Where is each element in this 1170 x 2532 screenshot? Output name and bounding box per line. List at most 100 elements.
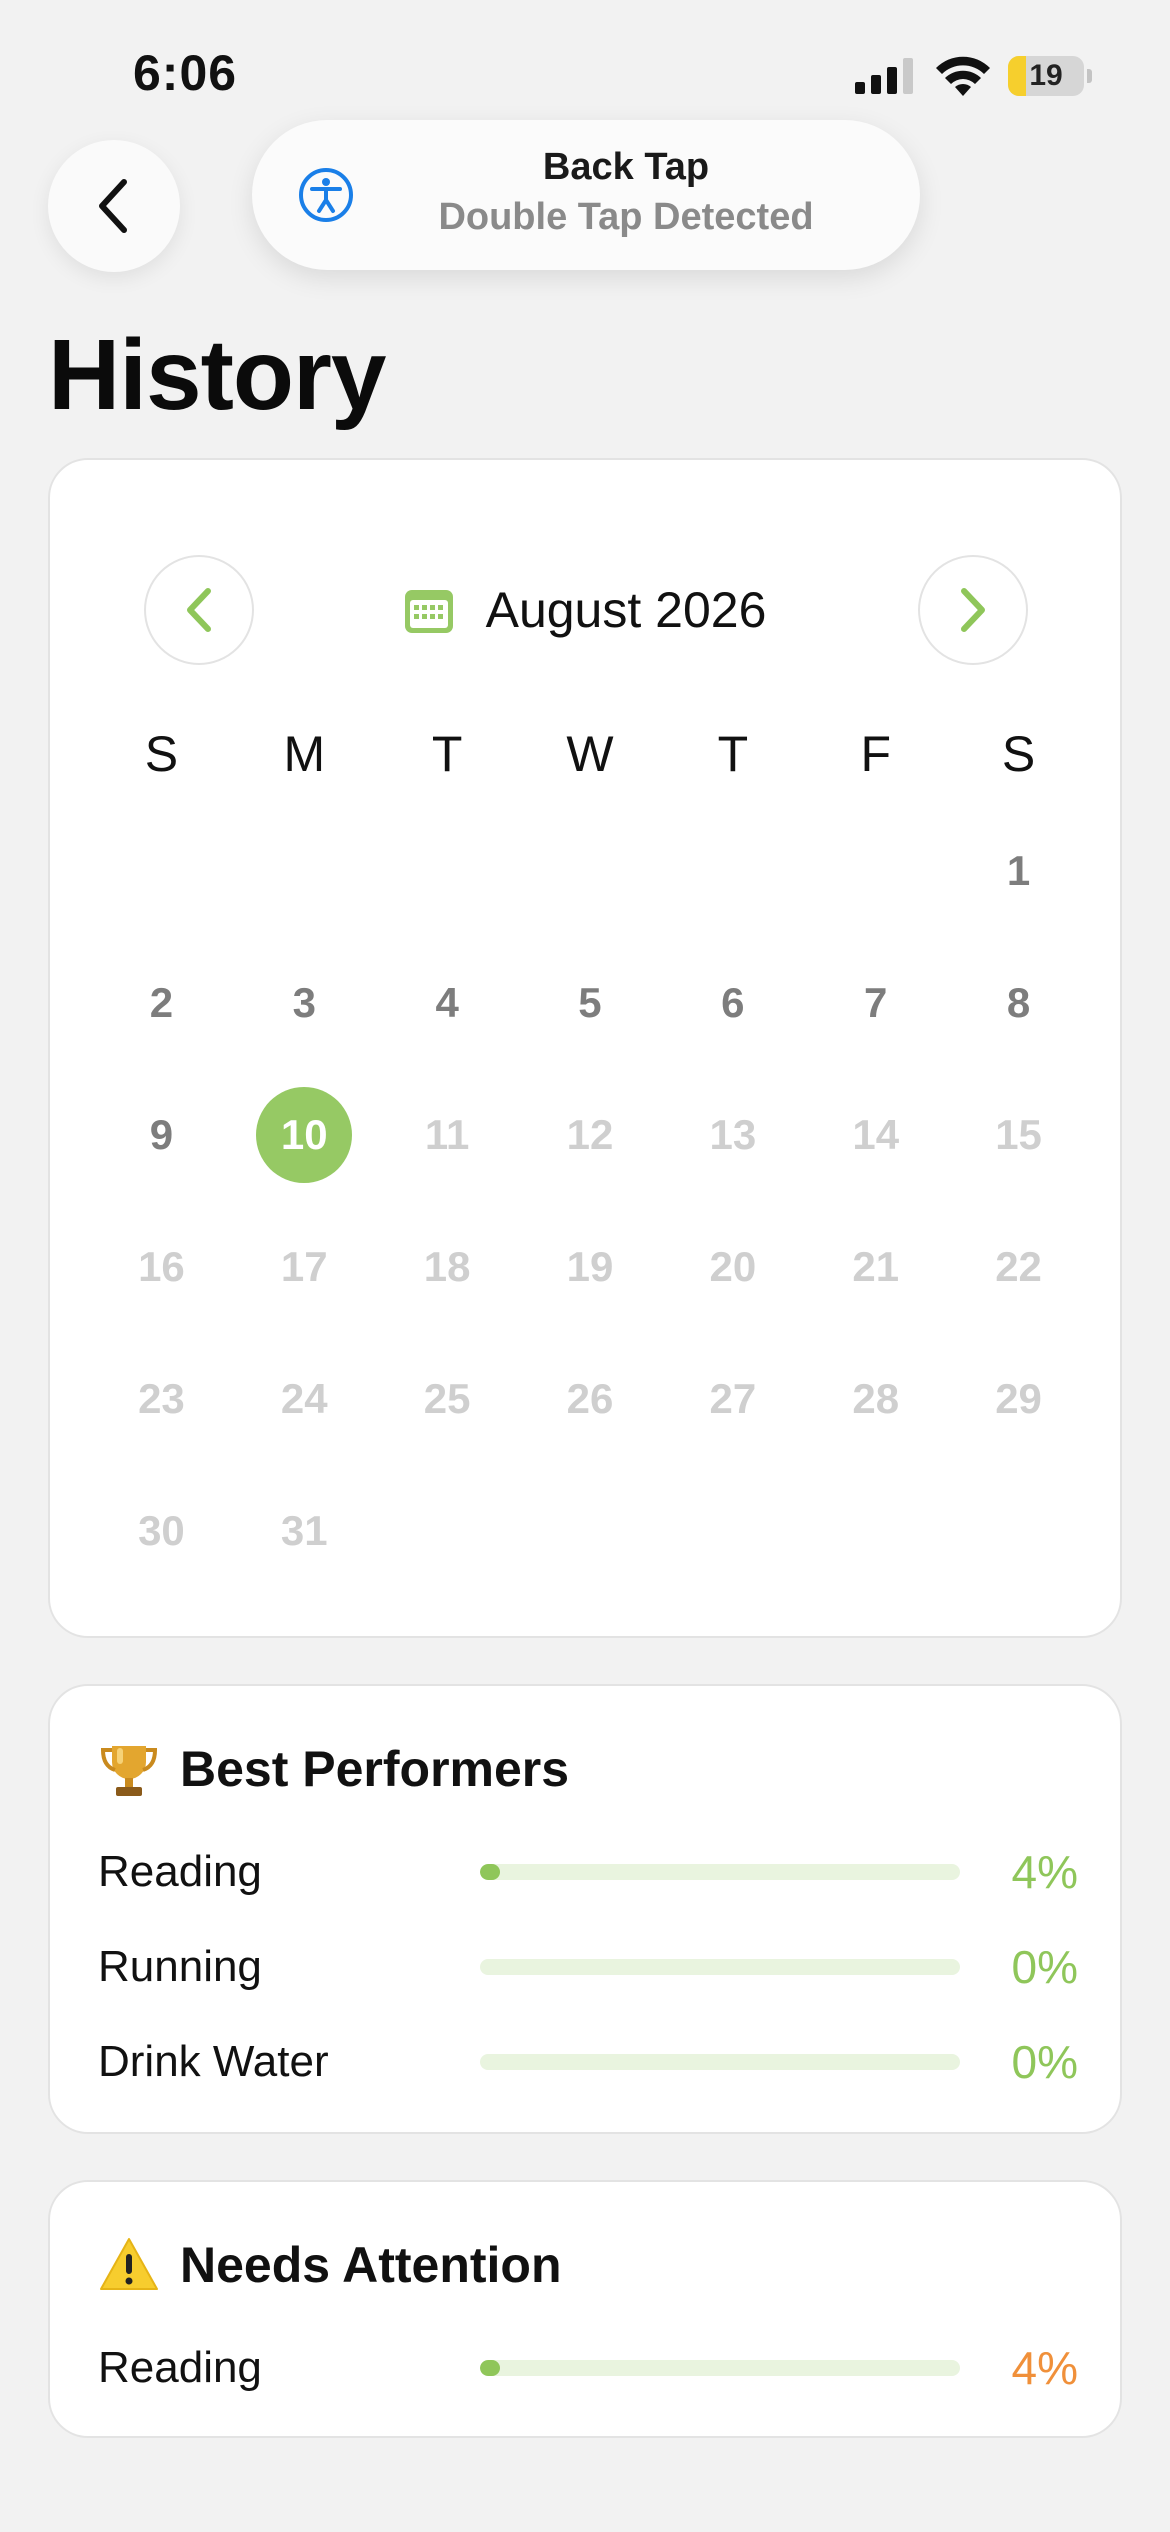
- calendar-day: 17: [233, 1201, 376, 1333]
- next-month-button[interactable]: [918, 555, 1028, 665]
- weekday-label: M: [283, 726, 326, 782]
- empty-day-cell: [661, 805, 804, 937]
- needs-attention-card: Needs Attention Reading 4%: [48, 2180, 1122, 2438]
- empty-day-cell: [90, 805, 233, 937]
- calendar-day: 24: [233, 1333, 376, 1465]
- day-number: 5: [578, 979, 602, 1026]
- day-number: 21: [852, 1243, 900, 1290]
- empty-day-cell: [376, 805, 519, 937]
- day-number: 12: [566, 1111, 614, 1158]
- day-number: 31: [280, 1507, 328, 1554]
- calendar-day: 28: [804, 1333, 947, 1465]
- calendar-day: 14: [804, 1069, 947, 1201]
- calendar-day: 15: [947, 1069, 1090, 1201]
- day-number: 14: [852, 1111, 900, 1158]
- calendar-day: 12: [519, 1069, 662, 1201]
- calendar-day[interactable]: 6: [661, 937, 804, 1069]
- day-number: 23: [138, 1375, 185, 1422]
- page-title: History: [48, 319, 387, 431]
- calendar-day: 23: [90, 1333, 233, 1465]
- weekday-label: S: [1001, 726, 1036, 782]
- calendar-day: 26: [519, 1333, 662, 1465]
- progress-track: [480, 2054, 960, 2070]
- habit-name: Reading: [98, 1847, 262, 1896]
- calendar-day: 18: [376, 1201, 519, 1333]
- calendar-day-selected[interactable]: 10: [233, 1069, 376, 1201]
- accessibility-icon: [299, 168, 353, 222]
- day-grid: 1 2 3 4 5 6 7 8 9 10 11 12 13 14 15 16 17 18 19 20 21 22 23 24 2…: [90, 805, 1090, 1597]
- day-number: 24: [280, 1375, 328, 1422]
- calendar-day[interactable]: 5: [519, 937, 662, 1069]
- day-number: 8: [1006, 979, 1031, 1026]
- progress-fill: [480, 2360, 500, 2376]
- back-button[interactable]: [48, 140, 180, 272]
- habit-percent: 0%: [1011, 2036, 1078, 2088]
- calendar-day: 25: [376, 1333, 519, 1465]
- battery-level: 19: [1029, 59, 1063, 92]
- day-number: 26: [566, 1375, 614, 1422]
- day-number: 20: [709, 1243, 757, 1290]
- habit-percent: 4%: [1011, 1846, 1078, 1898]
- calendar-day[interactable]: 8: [947, 937, 1090, 1069]
- calendar-day[interactable]: 7: [804, 937, 947, 1069]
- calendar-day: 21: [804, 1201, 947, 1333]
- habit-row[interactable]: Reading 4%: [98, 1842, 1078, 1902]
- calendar-day: 20: [661, 1201, 804, 1333]
- day-number: 13: [709, 1111, 757, 1158]
- banner-subtitle: Double Tap Detected: [438, 196, 814, 238]
- day-number: 28: [852, 1375, 900, 1422]
- day-number: 30: [138, 1507, 185, 1554]
- day-number: 22: [995, 1243, 1042, 1290]
- calendar-day[interactable]: 3: [233, 937, 376, 1069]
- day-number: 16: [138, 1243, 185, 1290]
- habit-row[interactable]: Reading 4%: [98, 2338, 1078, 2398]
- calendar-day: 31: [233, 1465, 376, 1597]
- calendar-day[interactable]: 2: [90, 937, 233, 1069]
- calendar-day: 16: [90, 1201, 233, 1333]
- habit-name: Running: [98, 1942, 262, 1991]
- day-number: 25: [423, 1375, 471, 1422]
- day-number: 29: [995, 1375, 1042, 1422]
- status-time: 6:06: [133, 45, 238, 101]
- trophy-icon: [100, 1746, 158, 1796]
- calendar-day: 19: [519, 1201, 662, 1333]
- weekday-label: S: [144, 726, 179, 782]
- calendar-day: 13: [661, 1069, 804, 1201]
- day-number: 18: [423, 1243, 471, 1290]
- weekday-header: SMTWTFS: [90, 725, 1090, 783]
- calendar-day[interactable]: 9: [90, 1069, 233, 1201]
- habit-name: Reading: [98, 2343, 262, 2392]
- habit-row[interactable]: Drink Water 0%: [98, 2032, 1078, 2092]
- chevron-left-icon: [99, 179, 127, 233]
- progress-track: [480, 1864, 960, 1880]
- month-label: August 2026: [485, 582, 767, 638]
- day-number: 6: [721, 979, 745, 1026]
- habit-row[interactable]: Running 0%: [98, 1937, 1078, 1997]
- day-number: 17: [280, 1243, 328, 1290]
- battery-icon: 19: [1008, 56, 1092, 96]
- calendar-day: 27: [661, 1333, 804, 1465]
- empty-day-cell: [233, 805, 376, 937]
- calendar-icon: [404, 590, 453, 633]
- banner-title: Back Tap: [542, 146, 710, 188]
- calendar-day: 11: [376, 1069, 519, 1201]
- habit-percent: 0%: [1011, 1941, 1078, 1993]
- weekday-label: F: [860, 726, 891, 782]
- calendar-card: August 2026 SMTWTFS 1 2 3 4 5 6 7 8 9 10 11 12 13 14 1…: [48, 458, 1122, 1638]
- needs-attention-title: Needs Attention: [180, 2237, 562, 2293]
- day-number: 11: [424, 1111, 470, 1158]
- calendar-day: 22: [947, 1201, 1090, 1333]
- habit-percent: 4%: [1011, 2342, 1078, 2394]
- best-performers-title: Best Performers: [180, 1741, 570, 1797]
- calendar-day[interactable]: 4: [376, 937, 519, 1069]
- day-number: 3: [292, 979, 316, 1026]
- habit-name: Drink Water: [98, 2037, 329, 2086]
- calendar-day[interactable]: 1: [947, 805, 1090, 937]
- calendar-day: 30: [90, 1465, 233, 1597]
- day-number: 9: [149, 1111, 174, 1158]
- day-number: 10: [256, 1087, 353, 1183]
- weekday-label: W: [566, 726, 614, 782]
- calendar-day: 29: [947, 1333, 1090, 1465]
- progress-track: [480, 2360, 960, 2376]
- day-number: 2: [149, 979, 174, 1026]
